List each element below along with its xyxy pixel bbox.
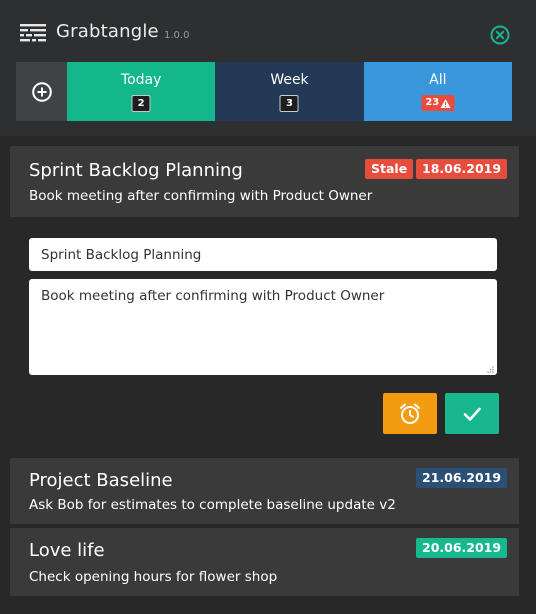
warning-triangle-icon — [440, 98, 451, 108]
tab-all-count: 23 — [421, 95, 455, 111]
task-title: Love life — [29, 540, 105, 561]
app-version: 1.0.0 — [164, 30, 190, 41]
due-date-badge: 18.06.2019 — [416, 159, 508, 179]
tab-all[interactable]: All 23 — [363, 62, 512, 121]
close-icon[interactable] — [489, 24, 511, 46]
complete-button[interactable] — [445, 393, 499, 434]
grabtangle-logo-icon — [20, 24, 46, 42]
task-title: Sprint Backlog Planning — [29, 160, 243, 181]
alarm-clock-icon — [400, 403, 420, 424]
tab-week-label: Week — [270, 72, 309, 88]
tab-today-count: 2 — [131, 95, 151, 112]
stale-badge: Stale — [365, 159, 414, 179]
tab-week[interactable]: Week 3 — [215, 62, 364, 121]
task-card[interactable]: Love life Check opening hours for flower… — [10, 528, 519, 596]
task-title-input[interactable] — [29, 238, 497, 271]
task-editor: Book meeting after confirming with Produ… — [10, 217, 519, 455]
task-description-textarea[interactable]: Book meeting after confirming with Produ… — [29, 279, 497, 375]
tab-all-count-value: 23 — [425, 97, 440, 108]
task-card[interactable]: Sprint Backlog Planning Book meeting aft… — [10, 146, 519, 455]
due-date-badge: 21.06.2019 — [416, 468, 508, 488]
app-header: Grabtangle 1.0.0 Today 2 Week 3 All 23 — [0, 0, 536, 136]
tab-today[interactable]: Today 2 — [67, 62, 216, 121]
task-description: Ask Bob for estimates to complete baseli… — [29, 497, 396, 513]
tab-all-label: All — [429, 72, 447, 88]
check-icon — [463, 407, 481, 421]
tab-week-count: 3 — [279, 95, 299, 112]
task-card[interactable]: Project Baseline Ask Bob for estimates t… — [10, 458, 519, 524]
task-header[interactable]: Sprint Backlog Planning Book meeting aft… — [10, 146, 519, 217]
add-task-button[interactable] — [16, 62, 67, 121]
task-description: Book meeting after confirming with Produ… — [29, 188, 373, 204]
tab-today-label: Today — [120, 72, 162, 88]
resize-grip-icon[interactable] — [486, 365, 494, 373]
snooze-button[interactable] — [383, 393, 437, 434]
plus-circle-icon — [31, 81, 52, 102]
due-date-badge: 20.06.2019 — [416, 538, 508, 558]
filter-bar: Today 2 Week 3 All 23 — [16, 62, 512, 121]
task-description: Check opening hours for flower shop — [29, 569, 278, 585]
app-title: Grabtangle — [56, 21, 159, 42]
task-title: Project Baseline — [29, 470, 173, 491]
